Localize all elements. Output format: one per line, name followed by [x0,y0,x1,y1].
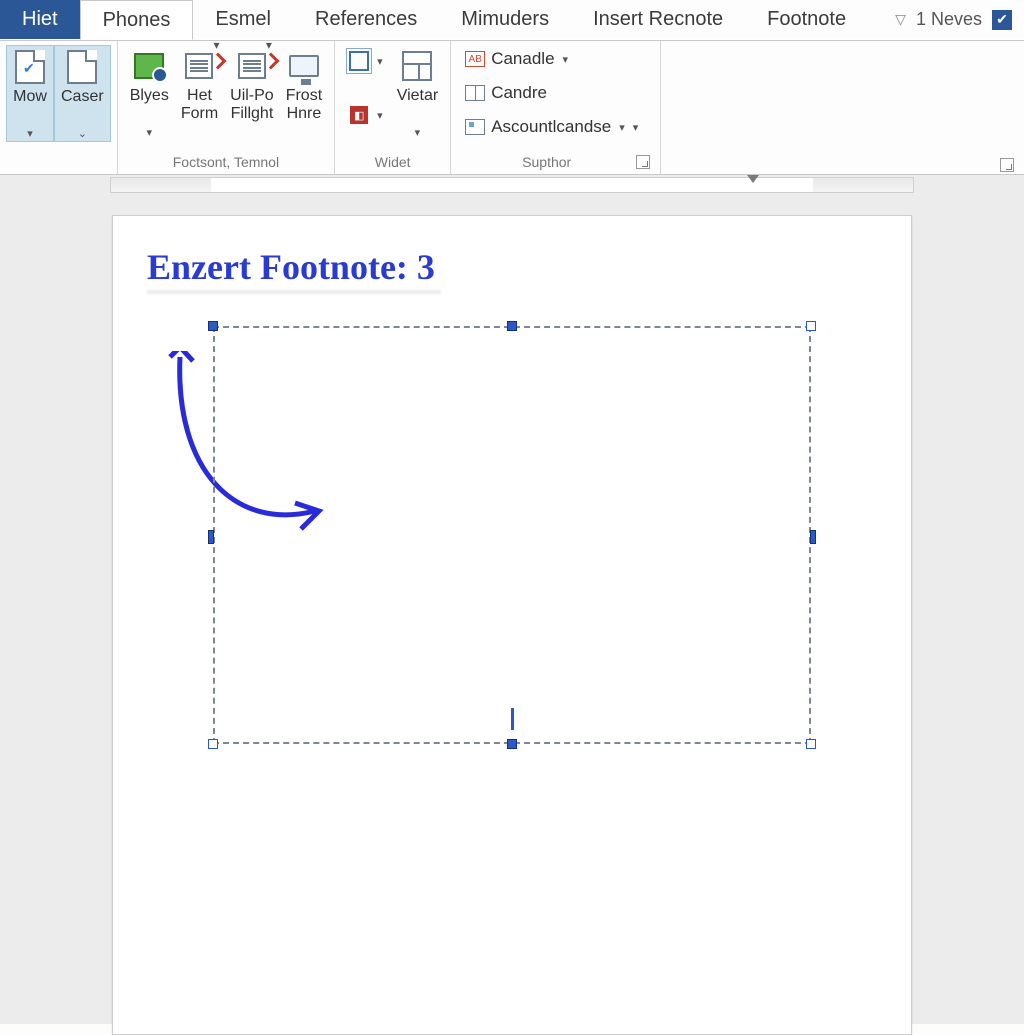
workspace: Enzert Footnote: 3 [0,175,1024,1024]
resize-handle-ne[interactable] [806,321,816,331]
document-icon [65,50,99,84]
canadle-item[interactable]: AB Canadle ▾ [461,47,642,71]
tab-file[interactable]: Hiet [0,0,80,39]
indent-marker-icon[interactable] [747,175,759,183]
resize-handle-nw[interactable] [208,321,218,331]
caser-button[interactable]: Caser ⌄ [54,45,111,142]
vietar-label: Vietar [397,87,439,105]
column-point-icon [465,117,485,137]
candre-item[interactable]: Candre [461,81,642,105]
resize-handle-s[interactable] [507,739,517,749]
text-cursor [511,708,514,730]
het-form-button[interactable]: ▾ HetForm [175,45,224,125]
ascountlcandse-label: Ascountlcandse [491,117,611,137]
chevron-down-icon[interactable]: ▾ [266,39,272,53]
chevron-down-icon[interactable]: ▾ [146,127,152,140]
horizontal-ruler[interactable] [110,177,914,193]
candre-label: Candre [491,83,547,103]
pane-icon [400,49,434,83]
form-label: Form [181,105,218,123]
columns-icon [465,83,485,103]
monitor-icon [287,49,321,83]
group-label: Widet [341,152,444,172]
chevron-down-icon[interactable]: ▾ [633,121,639,134]
resize-handle-e[interactable] [810,530,816,544]
resize-handle-se[interactable] [806,739,816,749]
green-badge-icon [132,49,166,83]
red-tool[interactable]: ◧▾ [345,103,387,127]
group-label [6,168,111,172]
hnre-label: Hnre [286,105,322,123]
fillght-label: Fillght [230,105,274,123]
chevron-down-icon[interactable]: ▾ [563,53,569,66]
frame-icon [349,51,369,71]
tab-insert-recnote[interactable]: Insert Recnote [571,0,745,39]
document-check-icon [13,50,47,84]
lines-arrow-icon [182,49,216,83]
ribbon: Mow ▾ Caser ⌄ Blyes ▾ ▾ HetForm [0,40,1024,175]
frame-tool[interactable]: ▾ [345,49,387,73]
chevron-down-icon[interactable]: ▾ [27,128,33,141]
ab-icon: AB [465,49,485,69]
het-label: Het [181,87,218,105]
dialog-launcher-icon[interactable] [636,155,650,169]
frost-label: Frost [286,87,322,105]
ascountlcandse-item[interactable]: Ascountlcandse ▾ ▾ [461,115,642,139]
collapse-chevron-icon[interactable]: ▽ [895,11,906,28]
uilpo-label: Uil-Po [230,87,274,105]
group-label: Supthor [457,152,636,172]
chevron-down-icon[interactable]: ▾ [213,39,219,53]
resize-handle-w[interactable] [208,530,214,544]
caser-label: Caser [61,88,104,106]
canadle-label: Canadle [491,49,554,69]
frost-button[interactable]: FrostHnre [280,45,328,125]
tab-phones[interactable]: Phones [80,0,194,40]
document-page[interactable]: Enzert Footnote: 3 [112,215,912,1035]
tab-extra-label: 1 Neves [916,9,982,30]
tab-extra: ▽ 1 Neves ✔ [895,0,1024,39]
blyes-label: Blyes [130,87,169,105]
tab-mimuders[interactable]: Mimuders [439,0,571,39]
chevron-down-icon[interactable]: ▾ [377,55,383,68]
checkmark-icon[interactable]: ✔ [992,10,1012,30]
tab-esmel[interactable]: Esmel [193,0,293,39]
dialog-launcher-icon[interactable] [1000,158,1014,172]
page-heading: Enzert Footnote: 3 [147,246,435,288]
tab-footnote[interactable]: Footnote [745,0,868,39]
group-label: Foctsont, Temnol [124,152,328,172]
mow-label: Mow [13,88,47,106]
chevron-down-icon[interactable]: ▾ [415,127,421,140]
selection-rectangle[interactable] [213,326,811,744]
tab-strip: Hiet Phones Esmel References Mimuders In… [0,0,1024,40]
resize-handle-n[interactable] [507,321,517,331]
tab-references[interactable]: References [293,0,439,39]
mow-button[interactable]: Mow ▾ [6,45,54,142]
resize-handle-sw[interactable] [208,739,218,749]
chevron-down-icon[interactable]: ⌄ [78,128,87,141]
uilpo-button[interactable]: ▾ Uil-PoFillght [224,45,280,125]
red-square-icon: ◧ [349,105,369,125]
lines-arrow-icon [235,49,269,83]
selection-border [213,326,811,744]
vietar-button[interactable]: Vietar ▾ [391,45,445,140]
chevron-down-icon[interactable]: ▾ [619,121,625,134]
chevron-down-icon[interactable]: ▾ [377,109,383,122]
blyes-button[interactable]: Blyes ▾ [124,45,175,140]
